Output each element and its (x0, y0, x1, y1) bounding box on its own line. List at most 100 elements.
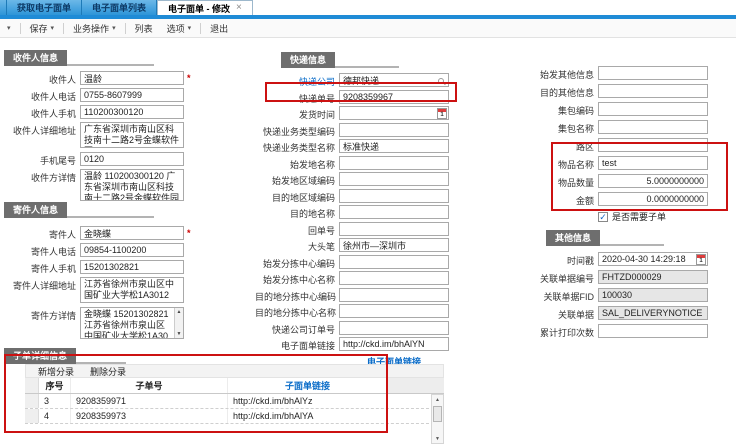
sender-name-input[interactable]: 金晓蝶 (80, 226, 184, 240)
save-button[interactable]: 保存▾ (23, 19, 62, 37)
item-name-input[interactable]: test (598, 156, 708, 170)
dest-name-input[interactable] (339, 205, 449, 219)
toolbar-partial-dropdown[interactable]: ▾ (0, 19, 18, 37)
col-header-sublink[interactable]: 子面单链接 (228, 378, 388, 393)
business-ops-button[interactable]: 业务操作▾ (66, 19, 123, 37)
col-header-subno[interactable]: 子单号 (71, 378, 228, 393)
dest-region-code-label: 目的地区域编码 (255, 189, 335, 204)
exit-label: 退出 (210, 22, 228, 35)
origin-name-label: 始发地名称 (255, 156, 335, 171)
add-entry-button[interactable]: 新增分录 (38, 365, 74, 378)
biz-type-name-input[interactable]: 标准快递 (339, 139, 449, 153)
dest-sort-name-input[interactable] (339, 304, 449, 318)
origin-region-code-input[interactable] (339, 172, 449, 186)
options-button[interactable]: 选项▾ (160, 19, 199, 37)
amount-input[interactable]: 0.0000000000 (598, 192, 708, 206)
courier-order-no-input[interactable] (339, 321, 449, 335)
ship-time-label: 发货时间 (255, 106, 335, 121)
required-marker: * (187, 226, 191, 238)
datoubi-input[interactable]: 徐州市—深圳市 (339, 238, 449, 252)
scroll-up-icon[interactable]: ▲ (435, 395, 440, 404)
sender-address-textarea[interactable]: 江苏省徐州市泉山区中国矿业大学松1A3012 (80, 277, 184, 303)
dest-sort-code-input[interactable] (339, 288, 449, 302)
route-area-input[interactable] (598, 138, 708, 152)
rel-doc-row: 关联单据 SAL_DELIVERYNOTICE (512, 306, 736, 321)
scroll-down-icon[interactable]: ▼ (177, 331, 182, 337)
table-row[interactable]: 4 9208359973 http://ckd.im/bhAlYA (25, 409, 444, 424)
recipient-mobile-input[interactable]: 110200300120 (80, 105, 184, 119)
mobile-tail-row: 手机尾号 0120 (4, 152, 254, 167)
timestamp-input[interactable]: 2020-04-30 14:29:18 (598, 252, 708, 266)
calendar-icon[interactable] (437, 108, 447, 119)
row-gutter[interactable] (25, 394, 39, 408)
rel-doc-input: SAL_DELIVERYNOTICE (598, 306, 708, 320)
pack-code-label: 集包编码 (512, 102, 594, 117)
calendar-icon[interactable] (696, 254, 706, 265)
item-qty-input[interactable]: 5.0000000000 (598, 174, 708, 188)
pack-code-input[interactable] (598, 102, 708, 116)
cell-sublink[interactable]: http://ckd.im/bhAlYA (228, 409, 388, 423)
tab-ewaybill-list[interactable]: 电子面单列表 (82, 0, 157, 15)
dest-region-code-input[interactable] (339, 189, 449, 203)
origin-region-code-label: 始发地区域编码 (255, 172, 335, 187)
col-header-seq[interactable]: 序号 (39, 378, 71, 393)
recipient-phone-input[interactable]: 0755-8607999 (80, 88, 184, 102)
tracking-no-input[interactable]: 9208359967 (339, 90, 449, 104)
tab-partial[interactable] (0, 0, 7, 15)
scroll-thumb[interactable] (433, 406, 442, 422)
cell-subno: 9208359971 (71, 394, 228, 408)
exit-button[interactable]: 退出 (203, 19, 235, 37)
close-icon[interactable]: × (236, 3, 242, 13)
list-button[interactable]: 列表 (128, 19, 160, 37)
return-no-input[interactable] (339, 222, 449, 236)
tab-get-ewaybill[interactable]: 获取电子面单 (7, 0, 82, 15)
sender-mobile-row: 寄件人手机 15201302821 (4, 260, 254, 275)
origin-sort-name-input[interactable] (339, 271, 449, 285)
recipient-address-textarea[interactable]: 广东省深圳市南山区科技南十二路2号金蝶软件园 (80, 122, 184, 148)
sender-mobile-input[interactable]: 15201302821 (80, 260, 184, 274)
section-line (67, 216, 154, 218)
cell-seq: 4 (39, 409, 71, 423)
tab-ewaybill-modify[interactable]: 电子面单 - 修改 × (157, 0, 253, 15)
sender-phone-input[interactable]: 09854-1100200 (80, 243, 184, 257)
sender-name-label: 寄件人 (4, 226, 76, 241)
recipient-detail-row: 收件方详情 温龄 110200300120 广东省深圳市南山区科技南十二路2号金… (4, 169, 254, 201)
express-company-input[interactable]: 德邦快递 (339, 73, 449, 87)
table-row[interactable]: 3 9208359971 http://ckd.im/bhAlYz (25, 394, 444, 409)
origin-sort-name-label: 始发分拣中心名称 (255, 271, 335, 286)
grid-scrollbar[interactable]: ▲ ▼ (431, 394, 444, 444)
textarea-scrollbar[interactable]: ▲ ▼ (174, 308, 183, 338)
mobile-tail-label: 手机尾号 (4, 152, 76, 167)
recipient-name-input[interactable]: 温龄 (80, 71, 184, 85)
sender-address-row: 寄件人详细地址 江苏省徐州市泉山区中国矿业大学松1A3012 (4, 277, 254, 303)
delete-entry-button[interactable]: 删除分录 (90, 365, 126, 378)
toolbar-separator (63, 23, 64, 34)
sender-phone-row: 寄件人电话 09854-1100200 (4, 243, 254, 258)
list-label: 列表 (135, 22, 153, 35)
biz-type-code-input[interactable] (339, 123, 449, 137)
ship-time-input[interactable] (339, 106, 449, 120)
print-count-row: 累计打印次数 (512, 324, 736, 339)
cell-sublink[interactable]: http://ckd.im/bhAlYz (228, 394, 388, 408)
origin-sort-code-input[interactable] (339, 255, 449, 269)
dest-other-input[interactable] (598, 84, 708, 98)
recipient-detail-textarea[interactable]: 温龄 110200300120 广东省深圳市南山区科技南十二路2号金蝶软件园 (80, 169, 184, 201)
row-gutter[interactable] (25, 409, 39, 423)
item-name-row: 物品名称 test (512, 156, 736, 171)
origin-other-input[interactable] (598, 66, 708, 80)
toolbar: ▾ 保存▾ 业务操作▾ 列表 选项▾ 退出 (0, 19, 736, 38)
timestamp-label: 时间戳 (512, 252, 594, 267)
scroll-down-icon[interactable]: ▼ (435, 434, 440, 443)
datoubi-label: 大头笔 (255, 238, 335, 253)
sender-detail-textarea[interactable]: 金晓蝶 15201302821 江苏省徐州市泉山区中国矿业大学松1A3012 ▲… (80, 307, 184, 339)
mobile-tail-input[interactable]: 0120 (80, 152, 184, 166)
pack-name-input[interactable] (598, 120, 708, 134)
origin-name-input[interactable] (339, 156, 449, 170)
dest-sort-name-row: 目的地分拣中心名称 (255, 304, 490, 319)
magnifier-icon[interactable] (438, 78, 444, 84)
express-company-link-label[interactable]: 快递公司 (255, 73, 335, 88)
print-count-input[interactable] (598, 324, 708, 338)
scroll-up-icon[interactable]: ▲ (177, 309, 182, 315)
need-suborder-checkbox[interactable]: ✓ (598, 212, 608, 222)
waybill-link-input[interactable]: http://ckd.im/bhAlYN (339, 337, 449, 351)
